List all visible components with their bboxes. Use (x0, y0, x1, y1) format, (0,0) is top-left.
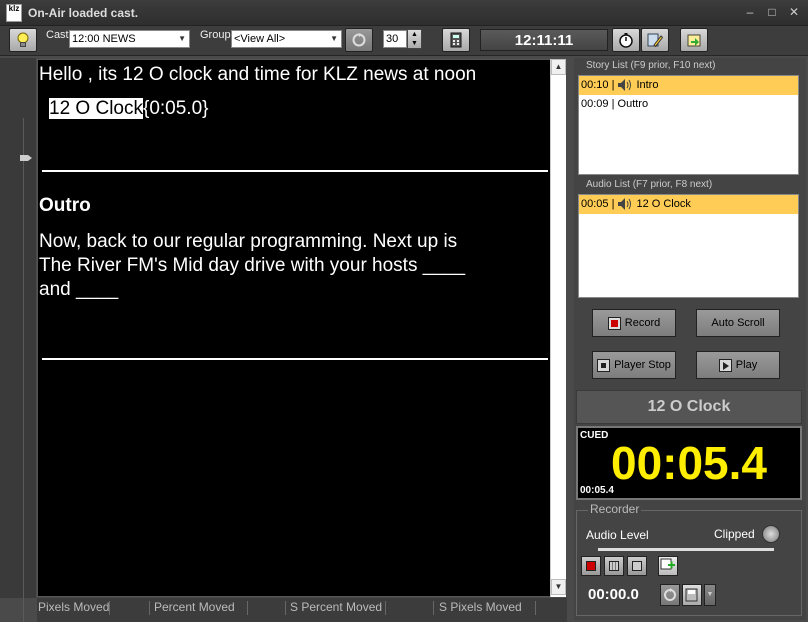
status-separator (109, 601, 110, 615)
right-panel: Story List (F9 prior, F10 next) 00:10 | I… (574, 58, 806, 620)
cued-display: CUED 00:05.4 00:05.4 (576, 426, 802, 500)
scroll-up-icon[interactable]: ▲ (551, 59, 566, 75)
story-separator (42, 170, 548, 172)
scroll-down-icon[interactable]: ▼ (551, 579, 566, 595)
gutter-divider (23, 118, 24, 622)
export-button[interactable] (680, 28, 708, 52)
refresh-icon (352, 33, 366, 47)
record-icon (586, 561, 596, 571)
rec-record-button[interactable] (581, 556, 601, 576)
play-button[interactable]: Play (696, 351, 780, 379)
status-s-percent-moved: S Percent Moved (290, 600, 383, 614)
audio-level-meter (598, 548, 774, 551)
line-gutter (0, 58, 36, 622)
toolbar: Cast 12:00 NEWS ▼ Group <View All> ▼ 30 ▲ ▼… (0, 26, 808, 56)
cue-name: 12 O Clock (49, 98, 143, 119)
cue-time: {0:05.0} (142, 98, 209, 119)
app-logo-icon: klz (6, 4, 22, 22)
rec-add-button[interactable] (658, 556, 678, 576)
audio-cue[interactable]: 12 O Clock{0:05.0} (49, 98, 209, 120)
status-separator (149, 601, 150, 615)
story-heading: Outro (39, 195, 91, 216)
record-icon (607, 316, 621, 330)
stop-icon (597, 358, 611, 372)
pause-icon (609, 561, 619, 571)
script-line: Now, back to our regular programming. Ne… (39, 231, 458, 252)
audio-list[interactable]: 00:05 | 12 O Clock (578, 194, 799, 298)
group-label: Group (200, 29, 231, 41)
group-select[interactable]: <View All> ▼ (231, 30, 342, 48)
position-marker-icon (20, 155, 32, 161)
record-button[interactable]: Record (592, 309, 676, 337)
status-bar: Pixels Moved Percent Moved S Percent Mov… (37, 598, 567, 622)
cued-elapsed-time: 00:05.4 (580, 485, 614, 496)
export-icon (687, 34, 701, 47)
story-separator (42, 358, 548, 360)
audio-list-item[interactable]: 00:05 | 12 O Clock (579, 195, 798, 214)
script-line: and ____ (39, 279, 119, 300)
audio-level-label: Audio Level (586, 528, 649, 542)
status-separator (535, 601, 536, 615)
window-title: On-Air loaded cast. (28, 6, 139, 20)
story-list[interactable]: 00:10 | Intro 00:09 | Outtro (578, 75, 799, 175)
title-bar: klz On-Air loaded cast. – □ ✕ (0, 0, 808, 26)
speaker-icon (618, 198, 632, 211)
story-list-item[interactable]: 00:10 | Intro (579, 76, 798, 95)
cast-label: Cast (46, 29, 69, 41)
edit-tool-button[interactable] (641, 28, 669, 52)
stop-icon (632, 561, 642, 571)
pencil-icon (647, 33, 663, 48)
count-stepper[interactable]: ▲ ▼ (407, 29, 422, 49)
play-icon (718, 358, 732, 372)
clip-indicator (762, 525, 780, 543)
add-clip-icon (660, 558, 675, 570)
cast-select[interactable]: 12:00 NEWS ▼ (69, 30, 190, 48)
lightbulb-button[interactable] (9, 28, 37, 52)
recorder-title: Recorder (588, 502, 642, 516)
rec-stop-button[interactable] (627, 556, 647, 576)
status-separator (285, 601, 286, 615)
player-stop-button[interactable]: Player Stop (592, 351, 676, 379)
status-separator (247, 601, 248, 615)
script-editor[interactable]: Hello , its 12 O clock and time for KLZ … (37, 59, 551, 597)
status-separator (433, 601, 434, 615)
status-separator (385, 601, 386, 615)
recorder-time: 00:00.0 (588, 586, 639, 603)
script-line: The River FM's Mid day drive with your h… (39, 255, 466, 276)
rec-save-button[interactable] (682, 584, 702, 606)
close-button[interactable]: ✕ (784, 3, 804, 21)
script-line: Hello , its 12 O clock and time for KLZ … (39, 64, 477, 85)
cued-time: 00:05.4 (610, 437, 767, 489)
lightbulb-icon (17, 32, 29, 47)
auto-scroll-button[interactable]: Auto Scroll (696, 309, 780, 337)
chevron-down-icon: ▼ (178, 34, 186, 43)
audio-list-label: Audio List (F7 prior, F8 next) (586, 179, 713, 190)
rec-pause-button[interactable] (604, 556, 624, 576)
calculator-button[interactable] (442, 28, 470, 52)
refresh-icon (664, 588, 676, 601)
clock-display: 12:11:11 (480, 29, 608, 51)
count-input[interactable]: 30 (383, 30, 407, 48)
now-playing-title: 12 O Clock (576, 390, 802, 424)
status-percent-moved: Percent Moved (154, 600, 235, 614)
calculator-icon (450, 32, 462, 48)
chevron-down-icon[interactable]: ▼ (704, 584, 716, 606)
editor-scrollbar[interactable]: ▲ ▼ (550, 59, 566, 597)
story-list-label: Story List (F9 prior, F10 next) (586, 60, 716, 71)
story-list-item[interactable]: 00:09 | Outtro (579, 95, 798, 114)
clipped-label: Clipped (714, 527, 755, 541)
status-pixels-moved: Pixels Moved (38, 600, 110, 614)
status-s-pixels-moved: S Pixels Moved (439, 600, 522, 614)
minimize-button[interactable]: – (740, 3, 760, 21)
stopwatch-icon (619, 33, 633, 48)
rec-refresh-button[interactable] (660, 584, 680, 606)
speaker-icon (618, 79, 632, 92)
maximize-button[interactable]: □ (762, 3, 782, 21)
refresh-button[interactable] (345, 28, 373, 52)
chevron-down-icon: ▼ (330, 34, 338, 43)
save-icon (685, 588, 698, 602)
stopwatch-button[interactable] (612, 28, 640, 52)
